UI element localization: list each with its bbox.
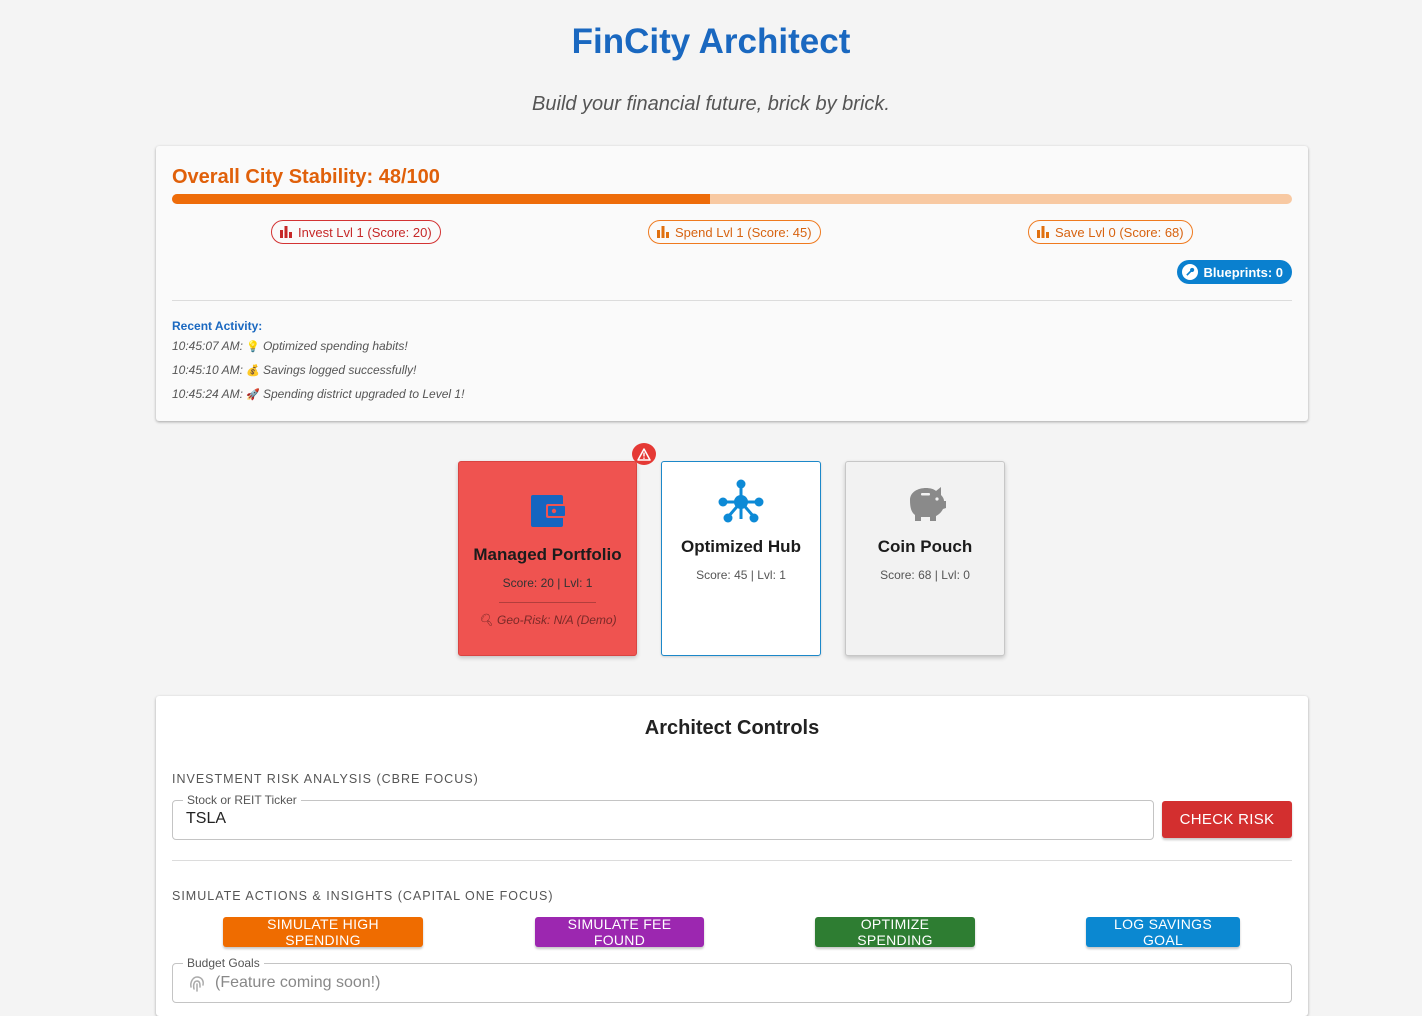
globe-search-icon: 🔍︎	[478, 613, 494, 627]
budget-goals-field[interactable]: Budget Goals (Feature coming soon!)	[172, 956, 1292, 1003]
district-score: Score: 20 | Lvl: 1	[502, 576, 593, 590]
spend-level-chip: Spend Lvl 1 (Score: 45)	[648, 220, 821, 244]
controls-title: Architect Controls	[644, 717, 820, 739]
stability-divider	[172, 300, 1292, 301]
save-level-label: Save Lvl 0 (Score: 68)	[1055, 224, 1184, 240]
district-card-portfolio[interactable]: Managed Portfolio Score: 20 | Lvl: 1 🔍︎ …	[458, 461, 637, 656]
budget-placeholder-text: (Feature coming soon!)	[215, 974, 381, 991]
bar-chart-icon	[280, 226, 292, 238]
lightbulb-icon: 💡	[246, 341, 260, 353]
stability-title: Overall City Stability: 48/100	[172, 166, 440, 188]
save-level-chip: Save Lvl 0 (Score: 68)	[1028, 220, 1193, 244]
stability-progress-bar	[172, 194, 1292, 204]
simulate-fee-found-button[interactable]: SIMULATE FEE FOUND	[535, 916, 704, 948]
district-name: Optimized Hub	[681, 537, 801, 556]
budget-goals-placeholder: (Feature coming soon!)	[187, 973, 380, 993]
ticker-label: Stock or REIT Ticker	[183, 793, 301, 807]
blueprints-label: Blueprints: 0	[1203, 264, 1283, 280]
ticker-field: Stock or REIT Ticker	[172, 793, 1154, 840]
simulate-high-spending-button[interactable]: SIMULATE HIGH SPENDING	[223, 916, 423, 948]
stability-panel: Overall City Stability: 48/100 Invest Lv…	[156, 146, 1308, 421]
activity-text: Savings logged successfully!	[262, 363, 417, 377]
district-score: Score: 45 | Lvl: 1	[696, 568, 786, 582]
network-hub-icon	[718, 479, 764, 523]
rocket-icon: 🚀	[246, 389, 260, 401]
activity-item: 10:45:24 AM: 🚀 Spending district upgraded …	[172, 387, 464, 401]
simulate-section-label: SIMULATE ACTIONS & INSIGHTS (CAPITAL ONE…	[172, 889, 554, 903]
activity-text: Optimized spending habits!	[262, 339, 408, 353]
activity-text: Spending district upgraded to Level 1!	[262, 387, 465, 401]
investment-section-label: INVESTMENT RISK ANALYSIS (CBRE FOCUS)	[172, 772, 479, 786]
fingerprint-icon	[190, 976, 204, 992]
invest-level-label: Invest Lvl 1 (Score: 20)	[298, 224, 432, 240]
activity-item: 10:45:10 AM: 💰 Savings logged successfully…	[172, 363, 416, 377]
district-score: Score: 68 | Lvl: 0	[880, 568, 970, 582]
activity-item: 10:45:07 AM: 💡 Optimized spending habits!	[172, 339, 408, 353]
check-risk-button[interactable]: CHECK RISK	[1162, 801, 1292, 838]
log-savings-goal-button[interactable]: LOG SAVINGS GOAL	[1086, 916, 1240, 948]
app-title: FinCity Architect	[571, 22, 851, 61]
district-card-pouch[interactable]: Coin Pouch Score: 68 | Lvl: 0	[845, 461, 1005, 656]
budget-goals-label: Budget Goals	[183, 956, 264, 970]
controls-divider	[172, 860, 1292, 861]
district-card-hub[interactable]: Optimized Hub Score: 45 | Lvl: 1	[661, 461, 821, 656]
optimize-spending-button[interactable]: OPTIMIZE SPENDING	[815, 916, 975, 948]
activity-time: 10:45:10 AM:	[172, 363, 243, 377]
piggy-bank-icon	[910, 487, 946, 521]
bar-chart-icon	[657, 226, 669, 238]
invest-level-chip: Invest Lvl 1 (Score: 20)	[271, 220, 441, 244]
spend-level-label: Spend Lvl 1 (Score: 45)	[675, 224, 812, 240]
district-name: Coin Pouch	[877, 537, 973, 556]
activity-time: 10:45:24 AM:	[172, 387, 243, 401]
district-name: Managed Portfolio	[473, 545, 622, 564]
card-divider	[499, 602, 596, 603]
geo-risk-label: Geo-Risk: N/A (Demo)	[497, 613, 617, 627]
app-tagline: Build your financial future, brick by br…	[532, 93, 890, 115]
wrench-icon	[1181, 264, 1198, 280]
blueprints-badge: Blueprints: 0	[1176, 260, 1292, 284]
money-bag-icon: 💰	[246, 365, 260, 377]
stability-progress-fill	[172, 194, 710, 204]
bar-chart-icon	[1037, 226, 1049, 238]
recent-activity-title: Recent Activity:	[172, 319, 263, 333]
wallet-icon	[531, 495, 567, 527]
activity-time: 10:45:07 AM:	[172, 339, 243, 353]
architect-controls-panel: Architect Controls INVESTMENT RISK ANALY…	[156, 696, 1308, 1016]
ticker-input[interactable]	[186, 810, 1086, 828]
geo-risk-text: 🔍︎ Geo-Risk: N/A (Demo)	[459, 613, 636, 627]
warning-icon	[632, 443, 656, 465]
